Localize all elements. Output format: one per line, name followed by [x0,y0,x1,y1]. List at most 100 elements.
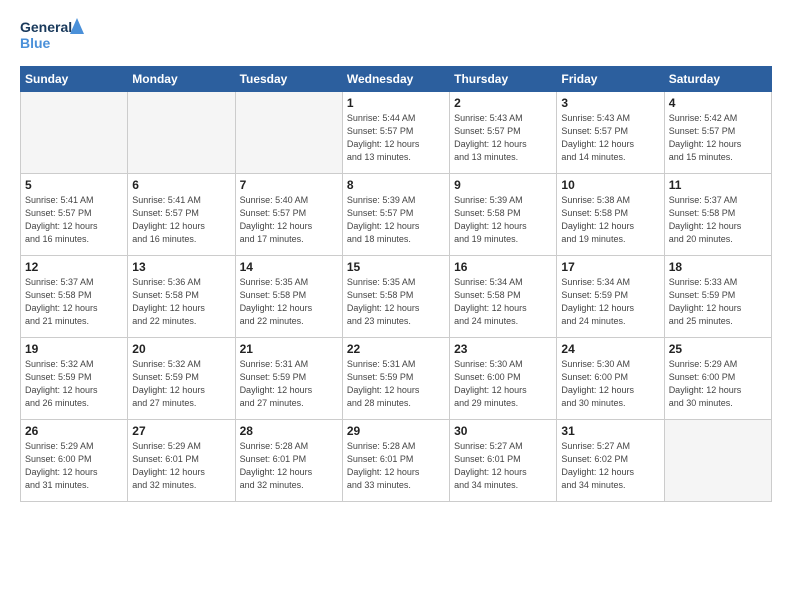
day-info: Sunrise: 5:30 AM Sunset: 6:00 PM Dayligh… [561,358,659,410]
day-number: 29 [347,424,445,438]
calendar-cell: 16Sunrise: 5:34 AM Sunset: 5:58 PM Dayli… [450,256,557,338]
day-number: 24 [561,342,659,356]
day-number: 15 [347,260,445,274]
day-number: 30 [454,424,552,438]
calendar-cell: 1 Sunrise: 5:44 AM Sunset: 5:57 PM Daylig… [342,92,449,174]
day-number: 12 [25,260,123,274]
day-info: Sunrise: 5:34 AM Sunset: 5:59 PM Dayligh… [561,276,659,328]
day-number: 2 [454,96,552,110]
day-number: 20 [132,342,230,356]
day-number: 11 [669,178,767,192]
day-number: 19 [25,342,123,356]
weekday-header-monday: Monday [128,67,235,92]
day-info: Sunrise: 5:27 AM Sunset: 6:01 PM Dayligh… [454,440,552,492]
day-info: Sunrise: 5:31 AM Sunset: 5:59 PM Dayligh… [240,358,338,410]
calendar-cell: 10 Sunrise: 5:38 AM Sunset: 5:58 PM Dayli… [557,174,664,256]
calendar-cell: 14 Sunrise: 5:35 AM Sunset: 5:58 PM Dayli… [235,256,342,338]
calendar-cell: 5 Sunrise: 5:41 AM Sunset: 5:57 PM Daylig… [21,174,128,256]
calendar-cell: 15 Sunrise: 5:35 AM Sunset: 5:58 PM Dayli… [342,256,449,338]
calendar-cell [21,92,128,174]
calendar-cell: 2 Sunrise: 5:43 AM Sunset: 5:57 PM Daylig… [450,92,557,174]
day-info: Sunrise: 5:33 AM Sunset: 5:59 PM Dayligh… [669,276,767,328]
calendar-cell: 27Sunrise: 5:29 AM Sunset: 6:01 PM Dayli… [128,420,235,502]
day-info: Sunrise: 5:41 AM Sunset: 5:57 PM Dayligh… [132,194,230,246]
day-info: Sunrise: 5:43 AM Sunset: 5:57 PM Dayligh… [454,112,552,164]
calendar-cell: 22Sunrise: 5:31 AM Sunset: 5:59 PM Dayli… [342,338,449,420]
day-info: Sunrise: 5:32 AM Sunset: 5:59 PM Dayligh… [132,358,230,410]
calendar-cell [128,92,235,174]
day-number: 4 [669,96,767,110]
day-info: Sunrise: 5:32 AM Sunset: 5:59 PM Dayligh… [25,358,123,410]
svg-text:General: General [20,19,72,35]
day-number: 28 [240,424,338,438]
calendar-cell: 4 Sunrise: 5:42 AM Sunset: 5:57 PM Daylig… [664,92,771,174]
calendar-cell [235,92,342,174]
calendar-cell: 17 Sunrise: 5:34 AM Sunset: 5:59 PM Dayli… [557,256,664,338]
day-number: 14 [240,260,338,274]
day-info: Sunrise: 5:29 AM Sunset: 6:00 PM Dayligh… [669,358,767,410]
calendar-cell: 11 Sunrise: 5:37 AM Sunset: 5:58 PM Dayli… [664,174,771,256]
day-number: 31 [561,424,659,438]
calendar-cell: 26 Sunrise: 5:29 AM Sunset: 6:00 PM Dayli… [21,420,128,502]
day-info: Sunrise: 5:31 AM Sunset: 5:59 PM Dayligh… [347,358,445,410]
calendar-cell: 3Sunrise: 5:43 AM Sunset: 5:57 PM Daylig… [557,92,664,174]
weekday-header-sunday: Sunday [21,67,128,92]
day-info: Sunrise: 5:35 AM Sunset: 5:58 PM Dayligh… [240,276,338,328]
weekday-header-saturday: Saturday [664,67,771,92]
week-row-1: 1 Sunrise: 5:44 AM Sunset: 5:57 PM Daylig… [21,92,772,174]
day-info: Sunrise: 5:37 AM Sunset: 5:58 PM Dayligh… [25,276,123,328]
day-number: 18 [669,260,767,274]
weekday-header-friday: Friday [557,67,664,92]
day-info: Sunrise: 5:39 AM Sunset: 5:57 PM Dayligh… [347,194,445,246]
day-number: 16 [454,260,552,274]
weekday-header-wednesday: Wednesday [342,67,449,92]
calendar-cell: 7Sunrise: 5:40 AM Sunset: 5:57 PM Daylig… [235,174,342,256]
calendar-cell: 30 Sunrise: 5:27 AM Sunset: 6:01 PM Dayli… [450,420,557,502]
day-number: 26 [25,424,123,438]
calendar-cell: 21 Sunrise: 5:31 AM Sunset: 5:59 PM Dayli… [235,338,342,420]
logo-icon: General Blue [20,16,90,56]
day-number: 10 [561,178,659,192]
calendar-table: SundayMondayTuesdayWednesdayThursdayFrid… [20,66,772,502]
calendar-cell: 18 Sunrise: 5:33 AM Sunset: 5:59 PM Dayli… [664,256,771,338]
svg-text:Blue: Blue [20,35,51,51]
week-row-5: 26 Sunrise: 5:29 AM Sunset: 6:00 PM Dayli… [21,420,772,502]
day-number: 23 [454,342,552,356]
logo: General Blue [20,16,90,56]
day-info: Sunrise: 5:38 AM Sunset: 5:58 PM Dayligh… [561,194,659,246]
day-number: 1 [347,96,445,110]
calendar-cell: 25Sunrise: 5:29 AM Sunset: 6:00 PM Dayli… [664,338,771,420]
day-number: 21 [240,342,338,356]
calendar-cell: 12 Sunrise: 5:37 AM Sunset: 5:58 PM Dayli… [21,256,128,338]
day-info: Sunrise: 5:35 AM Sunset: 5:58 PM Dayligh… [347,276,445,328]
day-number: 3 [561,96,659,110]
calendar-cell: 23 Sunrise: 5:30 AM Sunset: 6:00 PM Dayli… [450,338,557,420]
weekday-header-row: SundayMondayTuesdayWednesdayThursdayFrid… [21,67,772,92]
calendar-cell: 20 Sunrise: 5:32 AM Sunset: 5:59 PM Dayli… [128,338,235,420]
calendar-cell: 31Sunrise: 5:27 AM Sunset: 6:02 PM Dayli… [557,420,664,502]
day-info: Sunrise: 5:29 AM Sunset: 6:00 PM Dayligh… [25,440,123,492]
calendar-cell: 8 Sunrise: 5:39 AM Sunset: 5:57 PM Daylig… [342,174,449,256]
calendar-cell: 13Sunrise: 5:36 AM Sunset: 5:58 PM Dayli… [128,256,235,338]
page-header: General Blue [20,16,772,56]
day-info: Sunrise: 5:42 AM Sunset: 5:57 PM Dayligh… [669,112,767,164]
day-info: Sunrise: 5:44 AM Sunset: 5:57 PM Dayligh… [347,112,445,164]
calendar-page: General Blue SundayMondayTuesdayWednesda… [0,0,792,612]
day-number: 17 [561,260,659,274]
calendar-cell: 24 Sunrise: 5:30 AM Sunset: 6:00 PM Dayli… [557,338,664,420]
week-row-3: 12 Sunrise: 5:37 AM Sunset: 5:58 PM Dayli… [21,256,772,338]
day-number: 5 [25,178,123,192]
day-info: Sunrise: 5:41 AM Sunset: 5:57 PM Dayligh… [25,194,123,246]
day-info: Sunrise: 5:37 AM Sunset: 5:58 PM Dayligh… [669,194,767,246]
weekday-header-thursday: Thursday [450,67,557,92]
day-info: Sunrise: 5:40 AM Sunset: 5:57 PM Dayligh… [240,194,338,246]
week-row-4: 19 Sunrise: 5:32 AM Sunset: 5:59 PM Dayli… [21,338,772,420]
day-number: 6 [132,178,230,192]
day-info: Sunrise: 5:28 AM Sunset: 6:01 PM Dayligh… [240,440,338,492]
day-number: 8 [347,178,445,192]
calendar-cell [664,420,771,502]
day-number: 27 [132,424,230,438]
day-info: Sunrise: 5:30 AM Sunset: 6:00 PM Dayligh… [454,358,552,410]
day-number: 13 [132,260,230,274]
calendar-cell: 9Sunrise: 5:39 AM Sunset: 5:58 PM Daylig… [450,174,557,256]
